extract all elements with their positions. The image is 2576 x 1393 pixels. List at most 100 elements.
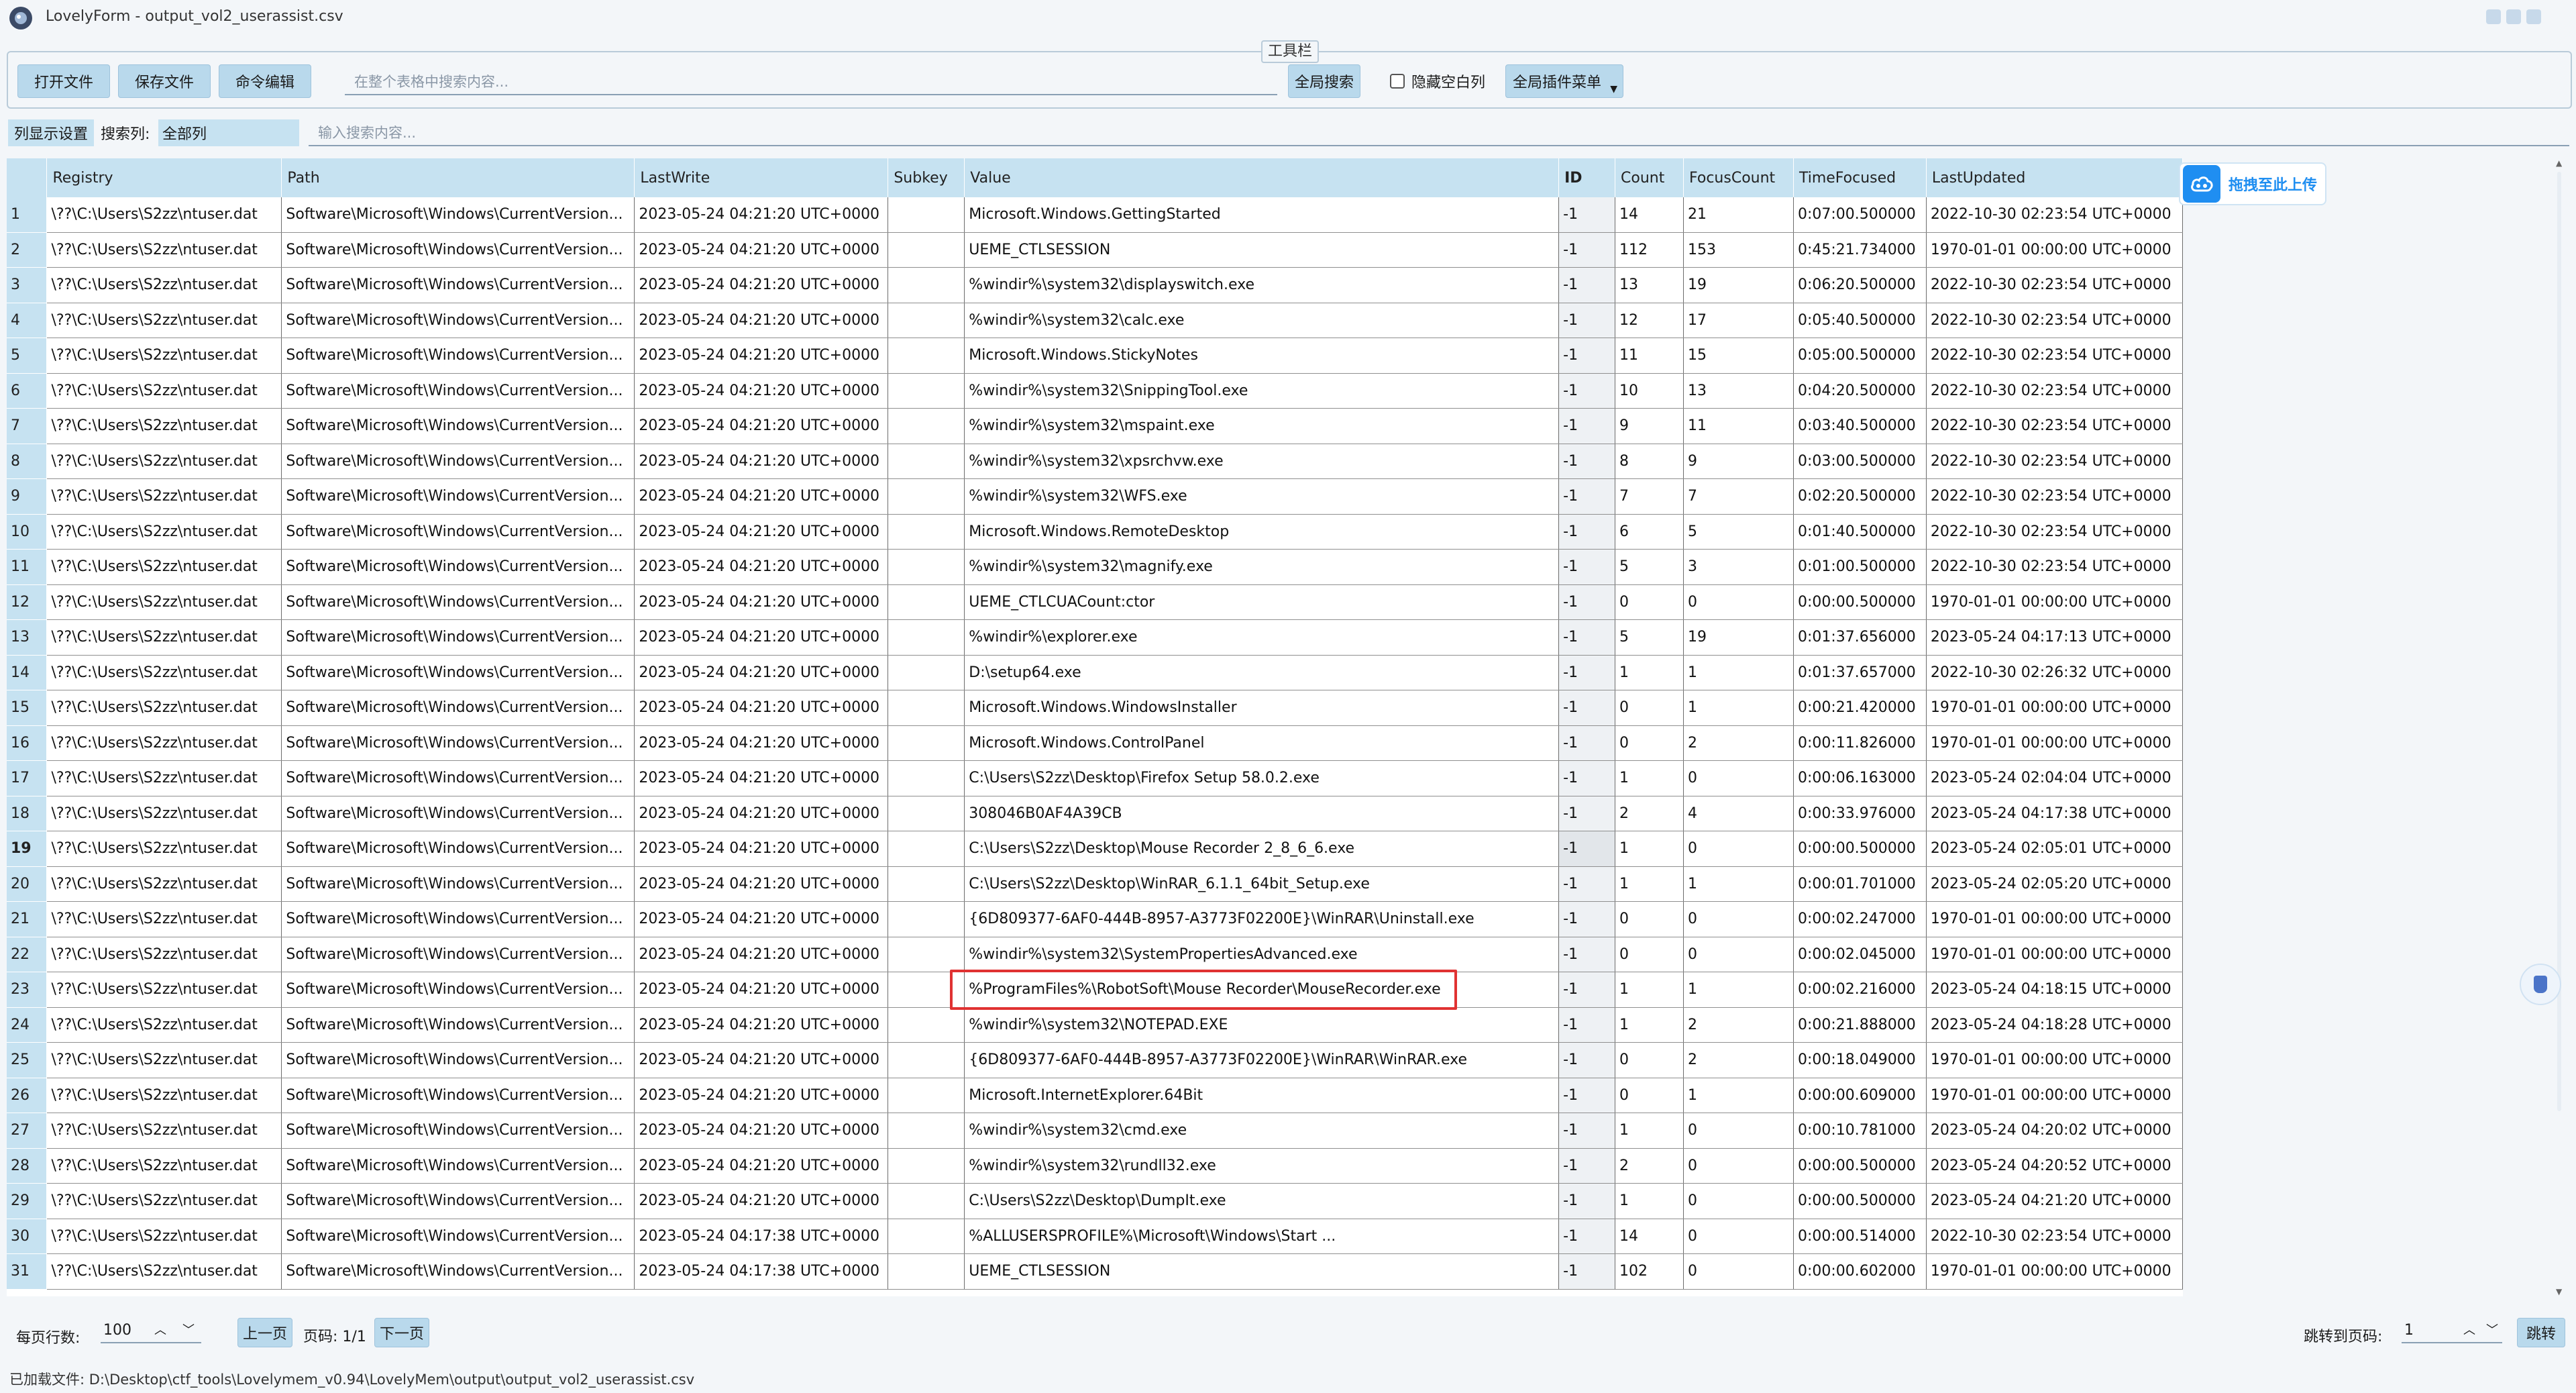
cell-focuscount[interactable]: 17: [1683, 303, 1794, 338]
cell-lastwrite[interactable]: 2023-05-24 04:21:20 UTC+0000: [634, 1042, 889, 1078]
row-number[interactable]: 28: [7, 1148, 48, 1184]
cell-timefocused[interactable]: 0:45:21.734000: [1793, 232, 1927, 268]
table-row[interactable]: 30 \??\C:\Users\S2zz\ntuser.dat Software\M…: [7, 1219, 2183, 1254]
cell-subkey[interactable]: [888, 937, 965, 972]
cell-value[interactable]: Microsoft.Windows.GettingStarted: [964, 197, 1560, 233]
table-row[interactable]: 21 \??\C:\Users\S2zz\ntuser.dat Software\M…: [7, 901, 2183, 937]
cell-subkey[interactable]: [888, 796, 965, 831]
cell-path[interactable]: Software\Microsoft\Windows\CurrentVersio…: [281, 584, 635, 620]
command-edit-button[interactable]: 命令编辑: [219, 64, 311, 98]
cell-lastupdated[interactable]: 1970-01-01 00:00:00 UTC+0000: [1926, 725, 2183, 761]
cell-focuscount[interactable]: 0: [1683, 937, 1794, 972]
cell-value[interactable]: %windir%\system32\calc.exe: [964, 303, 1560, 338]
cell-timefocused[interactable]: 0:03:00.500000: [1793, 444, 1927, 479]
cell-registry[interactable]: \??\C:\Users\S2zz\ntuser.dat: [46, 901, 282, 937]
cell-lastupdated[interactable]: 1970-01-01 00:00:00 UTC+0000: [1926, 1253, 2183, 1290]
row-number[interactable]: 27: [7, 1113, 48, 1149]
save-file-button[interactable]: 保存文件: [118, 64, 211, 98]
row-number[interactable]: 21: [7, 901, 48, 937]
cell-value[interactable]: UEME_CTLSESSION: [964, 232, 1560, 268]
cell-timefocused[interactable]: 0:00:00.609000: [1793, 1078, 1927, 1113]
cell-id[interactable]: -1: [1558, 373, 1616, 409]
cell-path[interactable]: Software\Microsoft\Windows\CurrentVersio…: [281, 866, 635, 902]
cell-id[interactable]: -1: [1558, 690, 1616, 726]
cell-value[interactable]: Microsoft.Windows.ControlPanel: [964, 725, 1560, 761]
cell-count[interactable]: 1: [1615, 760, 1684, 796]
cell-value[interactable]: Microsoft.InternetExplorer.64Bit: [964, 1078, 1560, 1113]
cell-timefocused[interactable]: 0:00:02.045000: [1793, 937, 1927, 972]
table-row[interactable]: 17 \??\C:\Users\S2zz\ntuser.dat Software\M…: [7, 760, 2183, 796]
cell-subkey[interactable]: [888, 1007, 965, 1043]
cell-count[interactable]: 1: [1615, 972, 1684, 1008]
cell-id[interactable]: -1: [1558, 444, 1616, 479]
cell-id[interactable]: -1: [1558, 1183, 1616, 1219]
row-number[interactable]: 7: [7, 408, 48, 444]
cell-path[interactable]: Software\Microsoft\Windows\CurrentVersio…: [281, 937, 635, 972]
cell-subkey[interactable]: [888, 1078, 965, 1113]
row-number[interactable]: 8: [7, 444, 48, 479]
cell-count[interactable]: 6: [1615, 514, 1684, 550]
cell-count[interactable]: 9: [1615, 408, 1684, 444]
row-number[interactable]: 19: [7, 831, 48, 867]
cell-value[interactable]: %windir%\system32\displayswitch.exe: [964, 267, 1560, 303]
table-row[interactable]: 22 \??\C:\Users\S2zz\ntuser.dat Software\M…: [7, 937, 2183, 972]
cell-subkey[interactable]: [888, 303, 965, 338]
cell-lastupdated[interactable]: 2022-10-30 02:23:54 UTC+0000: [1926, 444, 2183, 479]
cell-lastwrite[interactable]: 2023-05-24 04:21:20 UTC+0000: [634, 690, 889, 726]
cell-value[interactable]: Microsoft.Windows.RemoteDesktop: [964, 514, 1560, 550]
cell-lastwrite[interactable]: 2023-05-24 04:21:20 UTC+0000: [634, 901, 889, 937]
cell-registry[interactable]: \??\C:\Users\S2zz\ntuser.dat: [46, 1148, 282, 1184]
cell-lastwrite[interactable]: 2023-05-24 04:21:20 UTC+0000: [634, 937, 889, 972]
spin-down-icon[interactable]: ﹀: [2486, 1321, 2498, 1338]
table-row[interactable]: 6 \??\C:\Users\S2zz\ntuser.dat Software\Mi…: [7, 373, 2183, 409]
row-number[interactable]: 11: [7, 549, 48, 585]
cell-path[interactable]: Software\Microsoft\Windows\CurrentVersio…: [281, 901, 635, 937]
cell-timefocused[interactable]: 0:04:20.500000: [1793, 373, 1927, 409]
cell-lastwrite[interactable]: 2023-05-24 04:21:20 UTC+0000: [634, 267, 889, 303]
cell-path[interactable]: Software\Microsoft\Windows\CurrentVersio…: [281, 831, 635, 867]
cell-lastupdated[interactable]: 1970-01-01 00:00:00 UTC+0000: [1926, 690, 2183, 726]
cell-count[interactable]: 1: [1615, 1007, 1684, 1043]
cell-value[interactable]: %windir%\explorer.exe: [964, 619, 1560, 656]
cell-registry[interactable]: \??\C:\Users\S2zz\ntuser.dat: [46, 760, 282, 796]
table-row[interactable]: 28 \??\C:\Users\S2zz\ntuser.dat Software\M…: [7, 1148, 2183, 1184]
cell-count[interactable]: 1: [1615, 1113, 1684, 1149]
cell-subkey[interactable]: [888, 549, 965, 585]
prev-page-button[interactable]: 上一页: [237, 1318, 292, 1347]
cell-lastupdated[interactable]: 2022-10-30 02:23:54 UTC+0000: [1926, 303, 2183, 338]
cell-focuscount[interactable]: 3: [1683, 549, 1794, 585]
cell-lastupdated[interactable]: 2023-05-24 04:18:15 UTC+0000: [1926, 972, 2183, 1008]
cell-path[interactable]: Software\Microsoft\Windows\CurrentVersio…: [281, 1007, 635, 1043]
cell-id[interactable]: -1: [1558, 725, 1616, 761]
cell-id[interactable]: -1: [1558, 831, 1616, 867]
cell-path[interactable]: Software\Microsoft\Windows\CurrentVersio…: [281, 303, 635, 338]
cell-timefocused[interactable]: 0:00:02.216000: [1793, 972, 1927, 1008]
cell-value[interactable]: UEME_CTLSESSION: [964, 1253, 1560, 1290]
cell-id[interactable]: -1: [1558, 619, 1616, 656]
table-row[interactable]: 15 \??\C:\Users\S2zz\ntuser.dat Software\M…: [7, 690, 2183, 726]
cell-count[interactable]: 1: [1615, 831, 1684, 867]
cell-id[interactable]: -1: [1558, 267, 1616, 303]
table-row[interactable]: 11 \??\C:\Users\S2zz\ntuser.dat Software\M…: [7, 549, 2183, 585]
cell-subkey[interactable]: [888, 267, 965, 303]
cell-lastwrite[interactable]: 2023-05-24 04:21:20 UTC+0000: [634, 866, 889, 902]
cell-count[interactable]: 13: [1615, 267, 1684, 303]
cell-focuscount[interactable]: 19: [1683, 619, 1794, 656]
cell-focuscount[interactable]: 2: [1683, 725, 1794, 761]
cell-lastupdated[interactable]: 1970-01-01 00:00:00 UTC+0000: [1926, 584, 2183, 620]
cell-value[interactable]: {6D809377-6AF0-444B-8957-A3773F02200E}\W…: [964, 1042, 1560, 1078]
cell-value[interactable]: %windir%\system32\mspaint.exe: [964, 408, 1560, 444]
table-row[interactable]: 9 \??\C:\Users\S2zz\ntuser.dat Software\Mi…: [7, 478, 2183, 515]
cell-value[interactable]: %ALLUSERSPROFILE%\Microsoft\Windows\Star…: [964, 1219, 1560, 1254]
cell-timefocused[interactable]: 0:00:21.420000: [1793, 690, 1927, 726]
table-row[interactable]: 10 \??\C:\Users\S2zz\ntuser.dat Software\M…: [7, 514, 2183, 550]
open-file-button[interactable]: 打开文件: [17, 64, 110, 98]
cell-lastupdated[interactable]: 2022-10-30 02:23:54 UTC+0000: [1926, 197, 2183, 233]
cell-id[interactable]: -1: [1558, 1007, 1616, 1043]
cell-subkey[interactable]: [888, 1042, 965, 1078]
cell-count[interactable]: 7: [1615, 478, 1684, 515]
cell-value[interactable]: D:\setup64.exe: [964, 655, 1560, 690]
cell-subkey[interactable]: [888, 514, 965, 550]
cell-count[interactable]: 0: [1615, 584, 1684, 620]
row-number[interactable]: 13: [7, 619, 48, 656]
